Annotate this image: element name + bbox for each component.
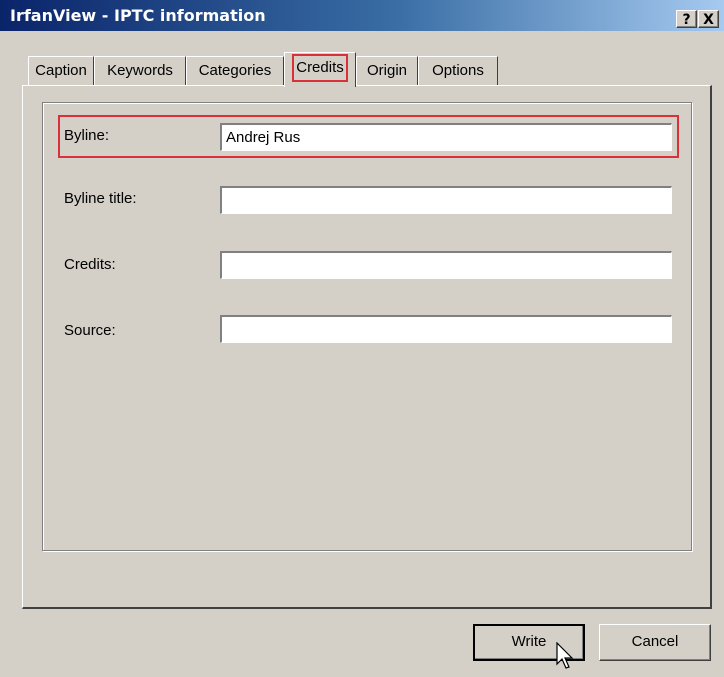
tab-keywords[interactable]: Keywords (94, 56, 186, 86)
tab-label: Categories (198, 62, 272, 79)
tab-label: Keywords (107, 62, 173, 79)
close-button[interactable]: X (698, 10, 719, 28)
source-field[interactable] (220, 315, 672, 343)
tab-label: Options (432, 62, 484, 79)
byline-title-label: Byline title: (64, 190, 137, 207)
arrow-cursor-icon (556, 642, 574, 669)
tab-caption[interactable]: Caption (28, 56, 94, 86)
credits-panel (22, 85, 712, 609)
byline-field[interactable] (220, 123, 672, 151)
cancel-button[interactable]: Cancel (599, 624, 711, 661)
iptc-dialog: IrfanView - IPTC information ? X Caption… (0, 0, 724, 677)
byline-title-field[interactable] (220, 186, 672, 214)
tab-options[interactable]: Options (418, 56, 498, 86)
tab-label: Origin (366, 62, 407, 79)
source-label: Source: (64, 322, 116, 339)
tab-origin[interactable]: Origin (356, 56, 418, 86)
title-bar[interactable]: IrfanView - IPTC information ? X (0, 0, 724, 31)
help-button[interactable]: ? (676, 10, 697, 28)
credits-label: Credits: (64, 256, 116, 273)
window-title: IrfanView - IPTC information (10, 6, 266, 25)
tab-credits[interactable]: Credits (284, 52, 356, 87)
credits-field[interactable] (220, 251, 672, 279)
tab-label: Caption (35, 62, 87, 79)
tab-categories[interactable]: Categories (186, 56, 284, 86)
tab-label: Credits (292, 54, 348, 82)
byline-label: Byline: (64, 127, 110, 144)
